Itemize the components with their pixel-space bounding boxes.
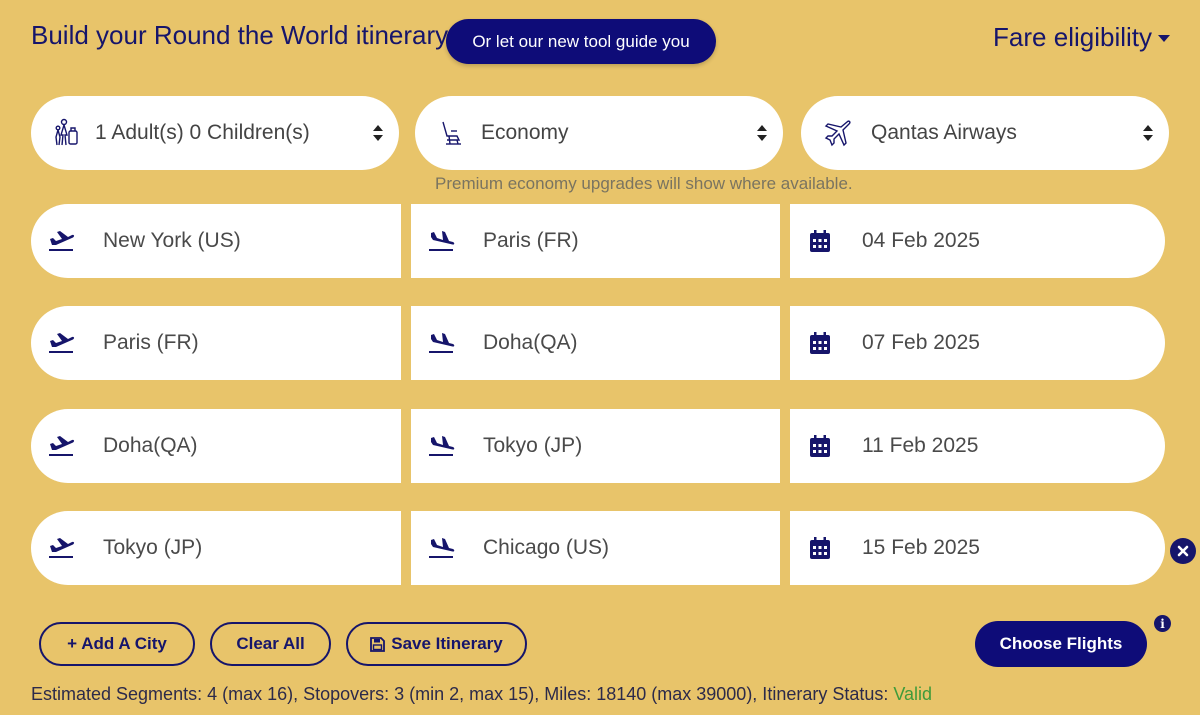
destination-value: Tokyo (JP) <box>483 434 583 457</box>
date-value: 15 Feb 2025 <box>862 536 980 559</box>
landing-icon <box>425 225 457 257</box>
origin-value: Paris (FR) <box>103 331 199 354</box>
takeoff-icon <box>45 532 77 564</box>
origin-field[interactable]: New York (US) <box>31 204 401 278</box>
itinerary-status: Estimated Segments: 4 (max 16), Stopover… <box>31 684 932 705</box>
caret-down-icon <box>1158 35 1170 42</box>
destination-value: Chicago (US) <box>483 536 610 559</box>
origin-field[interactable]: Tokyo (JP) <box>31 511 401 585</box>
landing-icon <box>425 327 457 359</box>
page-title: Build your Round the World itinerary <box>31 20 449 50</box>
sort-arrows-icon <box>373 125 383 141</box>
date-value: 04 Feb 2025 <box>862 229 980 252</box>
calendar-icon <box>804 225 836 257</box>
close-icon <box>1177 545 1189 557</box>
info-icon[interactable]: i <box>1154 615 1171 632</box>
date-field[interactable]: 07 Feb 2025 <box>790 306 1165 380</box>
cabin-value: Economy <box>481 121 569 144</box>
add-city-button[interactable]: + Add A City <box>39 622 195 666</box>
save-itinerary-button[interactable]: Save Itinerary <box>346 622 527 666</box>
origin-value: Tokyo (JP) <box>103 536 203 559</box>
status-summary: Estimated Segments: 4 (max 16), Stopover… <box>31 684 894 704</box>
landing-icon <box>425 532 457 564</box>
date-value: 07 Feb 2025 <box>862 331 980 354</box>
clear-all-button[interactable]: Clear All <box>210 622 331 666</box>
destination-field[interactable]: Tokyo (JP) <box>411 409 780 483</box>
destination-value: Doha(QA) <box>483 331 578 354</box>
calendar-icon <box>804 430 836 462</box>
date-value: 11 Feb 2025 <box>862 434 979 457</box>
date-field[interactable]: 04 Feb 2025 <box>790 204 1165 278</box>
takeoff-icon <box>45 327 77 359</box>
passengers-value: 1 Adult(s) 0 Children(s) <box>95 121 310 144</box>
save-itinerary-label: Save Itinerary <box>391 634 503 653</box>
status-value: Valid <box>893 684 933 704</box>
travelers-luggage-icon <box>51 116 85 150</box>
destination-value: Paris (FR) <box>483 229 579 252</box>
premium-economy-note: Premium economy upgrades will show where… <box>435 174 853 193</box>
takeoff-icon <box>45 430 77 462</box>
calendar-icon <box>804 532 836 564</box>
sort-arrows-icon <box>1143 125 1153 141</box>
save-icon <box>370 636 386 652</box>
calendar-icon <box>804 327 836 359</box>
origin-value: Doha(QA) <box>103 434 198 457</box>
landing-icon <box>425 430 457 462</box>
origin-field[interactable]: Doha(QA) <box>31 409 401 483</box>
passengers-select[interactable]: 1 Adult(s) 0 Children(s) <box>31 96 399 170</box>
destination-field[interactable]: Doha(QA) <box>411 306 780 380</box>
takeoff-icon <box>45 225 77 257</box>
fare-eligibility-label: Fare eligibility <box>993 22 1152 52</box>
airline-value: Qantas Airways <box>871 121 1017 144</box>
fare-eligibility-dropdown[interactable]: Fare eligibility <box>993 22 1170 53</box>
plane-icon <box>821 116 855 150</box>
origin-value: New York (US) <box>103 229 241 252</box>
destination-field[interactable]: Chicago (US) <box>411 511 780 585</box>
choose-flights-button[interactable]: Choose Flights <box>975 621 1147 667</box>
sort-arrows-icon <box>757 125 767 141</box>
seat-icon <box>435 116 469 150</box>
cabin-select[interactable]: Economy <box>415 96 783 170</box>
guide-tool-button[interactable]: Or let our new tool guide you <box>446 19 716 64</box>
origin-field[interactable]: Paris (FR) <box>31 306 401 380</box>
airline-select[interactable]: Qantas Airways <box>801 96 1169 170</box>
date-field[interactable]: 15 Feb 2025 <box>790 511 1165 585</box>
destination-field[interactable]: Paris (FR) <box>411 204 780 278</box>
remove-segment-button[interactable] <box>1170 538 1196 564</box>
date-field[interactable]: 11 Feb 2025 <box>790 409 1165 483</box>
